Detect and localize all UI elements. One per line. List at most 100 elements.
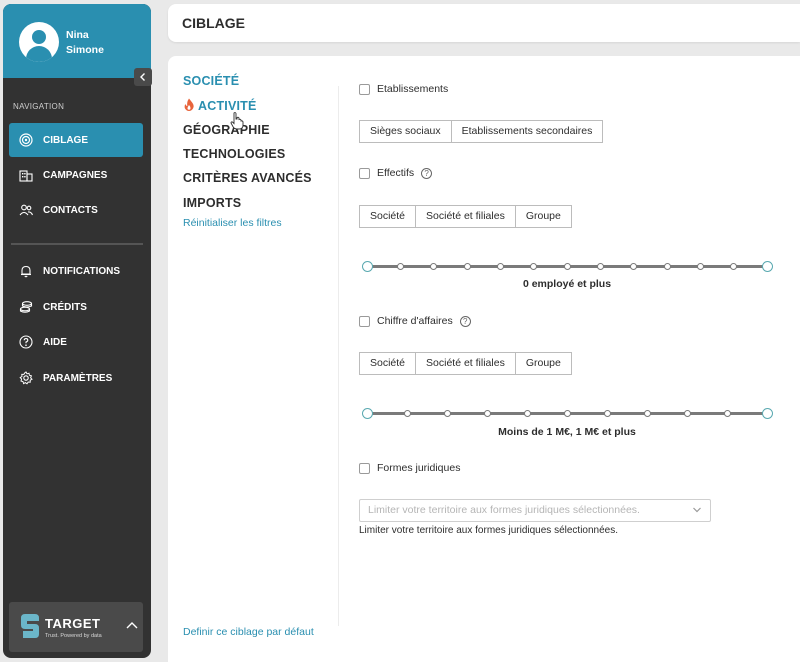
hand-cursor-icon (230, 112, 244, 130)
slider-handle-max[interactable] (761, 261, 773, 272)
slider-tick (630, 263, 638, 270)
slider-tick (463, 263, 471, 270)
user-block[interactable]: Nina Simone (3, 4, 151, 78)
coins-icon (19, 300, 33, 314)
user-name: Nina Simone (66, 28, 136, 58)
slider-tick (396, 263, 404, 270)
slider-tick (430, 263, 438, 270)
sidebar-item-parametres[interactable]: PARAMÈTRES (9, 361, 143, 395)
slider-tick (403, 410, 411, 417)
slider-tick (696, 263, 704, 270)
sidebar-item-aide[interactable]: AIDE (9, 325, 143, 359)
filters-menu: SOCIÉTÉ ACTIVITÉ GÉOGRAPHIE TECHNOLOGIES… (168, 56, 338, 662)
filter-menu-criteres-avances[interactable]: CRITÈRES AVANCÉS (183, 171, 312, 185)
etablissements-row: Etablissements (359, 83, 448, 95)
chiffre-affaires-segmented: Société Société et filiales Groupe (359, 352, 572, 375)
set-default-targeting-link[interactable]: Definir ce ciblage par défaut (183, 626, 314, 638)
slider-tick (496, 263, 504, 270)
effectifs-row: Effectifs ? (359, 167, 433, 179)
sidebar-item-label: CONTACTS (43, 204, 98, 216)
sidebar-item-credits[interactable]: CRÉDITS (9, 290, 143, 324)
slider-tick (443, 410, 451, 417)
vertical-divider (338, 86, 339, 626)
etablissements-segmented: Sièges sociaux Etablissements secondaire… (359, 120, 604, 143)
sidebar-item-contacts[interactable]: CONTACTS (9, 193, 143, 227)
chevron-down-icon (693, 507, 701, 513)
sidebar-item-campagnes[interactable]: CAMPAGNES (9, 158, 143, 192)
ca-societe-filiales-button[interactable]: Société et filiales (416, 352, 516, 375)
sidebar-item-label: AIDE (43, 336, 67, 348)
slider-handle-max[interactable] (761, 408, 773, 419)
gear-icon (19, 371, 33, 385)
sidebar: Nina Simone NAVIGATION CIBLAGE CAMPAGNES… (3, 4, 151, 658)
select-placeholder: Limiter votre territoire aux formes juri… (368, 504, 640, 516)
effectifs-groupe-button[interactable]: Groupe (515, 205, 572, 228)
formes-juridiques-select[interactable]: Limiter votre territoire aux formes juri… (359, 499, 711, 522)
target-icon (19, 133, 33, 147)
slider-tick (663, 263, 671, 270)
slider-handle-min[interactable] (361, 261, 373, 272)
reset-filters-link[interactable]: Réinitialiser les filtres (183, 217, 282, 229)
effectifs-societe-filiales-button[interactable]: Société et filiales (416, 205, 516, 228)
targeting-card: SOCIÉTÉ ACTIVITÉ GÉOGRAPHIE TECHNOLOGIES… (168, 56, 800, 662)
chevron-up-icon[interactable] (125, 618, 139, 632)
sidebar-item-label: CIBLAGE (43, 134, 88, 146)
sidebar-item-label: CRÉDITS (43, 301, 87, 313)
filter-menu-imports[interactable]: IMPORTS (183, 196, 241, 210)
etablissements-checkbox[interactable] (359, 83, 370, 95)
slider-tick (563, 410, 571, 417)
filter-menu-activite[interactable]: ACTIVITÉ (183, 98, 257, 113)
slider-tick (530, 263, 538, 270)
effectifs-checkbox[interactable] (359, 167, 370, 179)
chiffre-affaires-label: Chiffre d'affaires (377, 315, 453, 327)
effectifs-segmented: Société Société et filiales Groupe (359, 205, 572, 228)
sidebar-item-ciblage[interactable]: CIBLAGE (9, 123, 143, 157)
page-header: CIBLAGE (168, 4, 800, 42)
user-last-name: Simone (66, 44, 104, 56)
bell-icon (19, 264, 33, 278)
formes-juridiques-row: Formes juridiques (359, 462, 460, 474)
slider-tick (596, 263, 604, 270)
sidebar-item-label: CAMPAGNES (43, 169, 108, 181)
brand-name: TARGET (45, 616, 101, 631)
avatar[interactable] (19, 22, 59, 62)
user-first-name: Nina (66, 29, 89, 41)
slider-tick (643, 410, 651, 417)
etablissements-label: Etablissements (377, 83, 449, 95)
nav-divider (11, 243, 143, 245)
users-icon (19, 203, 33, 217)
effectifs-range-slider[interactable] (361, 260, 773, 274)
page-title: CIBLAGE (182, 15, 245, 31)
ca-groupe-button[interactable]: Groupe (515, 352, 572, 375)
collapse-sidebar-button[interactable] (134, 68, 152, 86)
nav-section-label: NAVIGATION (13, 102, 65, 111)
help-circle-icon (19, 335, 33, 349)
filter-menu-technologies[interactable]: TECHNOLOGIES (183, 147, 285, 161)
etablissements-secondaires-button[interactable]: Etablissements secondaires (451, 120, 604, 143)
slider-tick (683, 410, 691, 417)
sidebar-item-label: PARAMÈTRES (43, 372, 113, 384)
formes-juridiques-label: Formes juridiques (377, 462, 461, 474)
effectifs-slider-caption: 0 employé et plus (522, 278, 612, 290)
filter-menu-geographie[interactable]: GÉOGRAPHIE (183, 123, 270, 137)
slider-handle-min[interactable] (361, 408, 373, 419)
help-icon[interactable]: ? (459, 315, 471, 327)
chevron-left-icon (140, 73, 145, 81)
slider-tick (483, 410, 491, 417)
formes-juridiques-checkbox[interactable] (359, 462, 370, 474)
sidebar-item-label: NOTIFICATIONS (43, 265, 121, 277)
chiffre-affaires-row: Chiffre d'affaires ? (359, 315, 471, 327)
ca-societe-button[interactable]: Société (359, 352, 417, 375)
sieges-sociaux-button[interactable]: Sièges sociaux (359, 120, 452, 143)
buildings-icon (19, 168, 33, 182)
brand-box[interactable]: TARGET Trust. Powered by data (9, 602, 143, 652)
slider-tick (723, 410, 731, 417)
sidebar-item-notifications[interactable]: NOTIFICATIONS (9, 254, 143, 288)
effectifs-societe-button[interactable]: Société (359, 205, 417, 228)
filter-menu-societe[interactable]: SOCIÉTÉ (183, 74, 239, 88)
filters-form: Etablissements Sièges sociaux Etablissem… (358, 56, 798, 662)
help-icon[interactable]: ? (421, 167, 433, 179)
chiffre-affaires-range-slider[interactable] (361, 407, 773, 421)
chiffre-affaires-checkbox[interactable] (359, 315, 370, 327)
slider-tick (523, 410, 531, 417)
